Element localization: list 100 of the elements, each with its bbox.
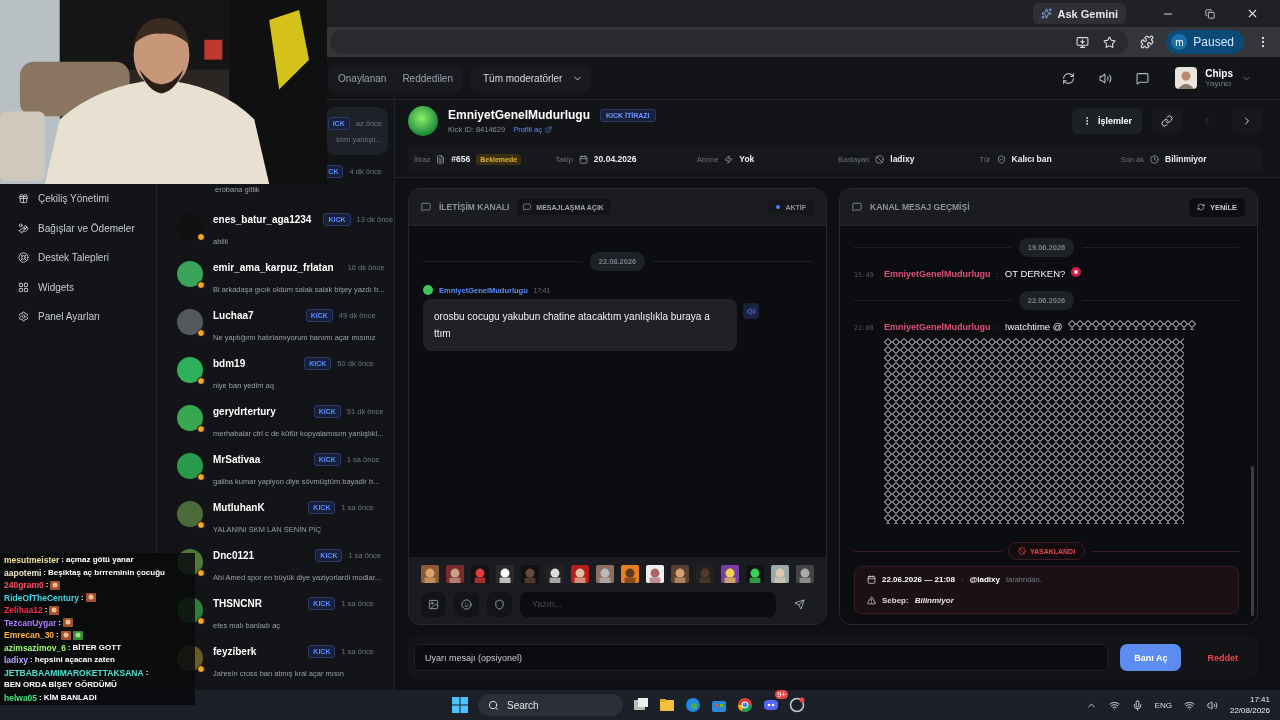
emote-icon[interactable] (421, 563, 439, 584)
wifi-icon[interactable] (1183, 699, 1195, 711)
speaker-icon[interactable] (1099, 71, 1113, 85)
emote-icon[interactable] (621, 563, 639, 584)
emote-icon[interactable] (446, 563, 464, 584)
emote-icon (62, 618, 73, 628)
chat-message: hepsini açacan zaten (34, 655, 115, 666)
shield-button[interactable] (487, 591, 512, 617)
chat-username: aapotemi (4, 567, 42, 578)
discord-icon[interactable] (763, 697, 779, 713)
emoji-button[interactable] (454, 591, 479, 617)
external-link-icon (544, 126, 552, 133)
nav-item[interactable]: Panel Ayarları (0, 302, 156, 332)
emote-icon[interactable] (496, 563, 514, 584)
emote-icon[interactable] (796, 563, 814, 584)
status-dot (776, 205, 781, 209)
filter-tab[interactable]: Reddedilen (396, 67, 459, 89)
ask-gemini-button[interactable]: Ask Gemini (1033, 3, 1126, 24)
nav-item[interactable]: Destek Talepleri (0, 243, 156, 273)
user-name: Dnc0121 (213, 549, 255, 561)
task-view-icon[interactable] (633, 697, 649, 713)
start-icon[interactable] (452, 697, 468, 713)
notification-badge: 9+ (774, 690, 788, 699)
network-icon[interactable] (1108, 699, 1120, 711)
online-dot (197, 377, 205, 385)
nav-item[interactable]: Bağışlar ve Ödemeler (0, 213, 156, 243)
image-button[interactable] (421, 591, 446, 617)
chat-username: RideOfTheCentury (4, 592, 80, 603)
microphone-icon[interactable] (1131, 699, 1143, 711)
speaker-button[interactable] (743, 303, 759, 319)
coins-icon (18, 222, 29, 234)
emote-icon (60, 630, 71, 640)
emote-icon[interactable] (596, 563, 614, 584)
search-icon (488, 699, 499, 711)
filter-tab[interactable]: Onaylanan (332, 67, 393, 89)
clock[interactable]: 17:41 22/08/2026 (1229, 694, 1270, 716)
message-bubble: orosbu cocugu yakubun chatine atacaktım yanlışlıkla buraya a ttım (423, 299, 737, 351)
emote-icon (72, 630, 83, 640)
emote-icon[interactable] (546, 563, 564, 584)
ban-icon (1017, 547, 1026, 555)
emote-icon[interactable] (771, 563, 789, 584)
emote-icon[interactable] (646, 563, 664, 584)
link-icon (1161, 115, 1173, 127)
browser-icon[interactable] (685, 697, 701, 713)
folder-icon[interactable] (659, 697, 675, 713)
online-dot (197, 569, 205, 577)
send-icon (793, 598, 805, 610)
shield-icon (494, 598, 505, 610)
bolt-icon (724, 154, 734, 164)
avatar (423, 285, 433, 295)
chat-username: azimsazimov_6 (4, 642, 66, 653)
meta-value: 20.04.2026 (593, 154, 637, 164)
app-icon[interactable] (789, 697, 805, 713)
user-name: MrSativaa (213, 453, 261, 465)
moderator-select[interactable]: Tüm moderatörler (471, 64, 592, 92)
chat-message: Beşiktaş aç brrreminin çocuğu (48, 567, 165, 578)
separator: : (81, 592, 84, 603)
message-input[interactable]: Yazın... (520, 591, 776, 617)
chat-icon[interactable] (1136, 71, 1150, 85)
warning-input[interactable]: Uyarı mesajı (opsiyonel) (414, 644, 1109, 671)
emote-icon[interactable] (671, 563, 689, 584)
user-name: Chips (1205, 68, 1233, 79)
nav-item[interactable]: Widgets (0, 272, 156, 302)
link-button[interactable] (1152, 108, 1182, 134)
emote-icon (50, 580, 61, 590)
sparkle-icon (1041, 8, 1053, 19)
emote-icon[interactable] (721, 563, 739, 584)
meta-value: Bilinmiyor (1165, 154, 1207, 164)
scrollbar-thumb[interactable] (1251, 466, 1254, 616)
emote-icon (85, 593, 96, 603)
extensions-icon[interactable] (1140, 35, 1155, 49)
volume-icon[interactable] (1206, 699, 1218, 711)
emote-icon[interactable] (571, 563, 589, 584)
nav-item[interactable]: Çekiliş Yönetimi (0, 184, 156, 214)
ban-icon (875, 154, 885, 164)
ban-datetime: 22.06.2026 — 21:08 (882, 575, 955, 584)
chrome-icon[interactable] (737, 697, 753, 713)
bookmark-star-icon[interactable] (1103, 35, 1117, 49)
user-name: enes_batur_aga1234 (213, 213, 312, 225)
message-text: !watchtime @ (1004, 321, 1063, 332)
speaker-icon (746, 306, 756, 316)
refresh-icon[interactable] (1062, 71, 1076, 85)
gift-icon (18, 193, 29, 205)
emote-icon[interactable] (746, 563, 764, 584)
separator: : (145, 667, 149, 678)
language-indicator[interactable]: ENG (1154, 700, 1172, 710)
chat-icon (421, 202, 431, 212)
actions-button[interactable]: İşlemler (1071, 108, 1142, 134)
online-dot (197, 473, 205, 481)
online-dot (197, 425, 205, 433)
search-field[interactable]: Search (478, 694, 623, 716)
user-name: feyziberk (213, 645, 257, 657)
online-dot (197, 617, 205, 625)
user-name: THSNCNR (213, 597, 262, 609)
separator: : (30, 655, 33, 666)
install-icon[interactable] (1076, 35, 1090, 49)
user-name: emir_ama_karpuz_frlatan (213, 261, 334, 273)
online-dot (197, 329, 205, 337)
profile-button[interactable]: m Paused (1166, 30, 1244, 54)
reject-button[interactable]: Reddet (1193, 644, 1252, 671)
